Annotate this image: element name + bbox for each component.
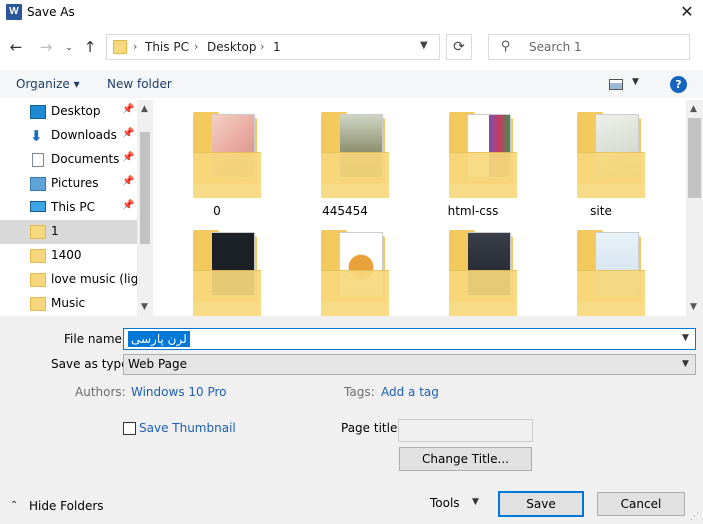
chevron-down-icon[interactable]: ▼ [682,333,689,343]
window-title: Save As [27,5,75,19]
folder-tile[interactable] [424,218,524,316]
sidebar-item-label: Music [51,296,86,310]
page-title-label: Page title: [341,421,402,435]
tools-button[interactable]: Tools [430,496,460,510]
command-bar: Organize ▾ New folder ▼ ? [0,70,703,98]
chevron-right-icon: › [260,40,265,53]
sidebar-item-love-music[interactable]: love music (light [0,268,137,292]
tags-label: Tags: [344,385,375,399]
breadcrumb-desktop[interactable]: Desktop [207,40,257,54]
search-placeholder: Search 1 [529,40,582,54]
pin-icon[interactable]: 📌 [122,128,134,139]
folder-tile[interactable] [168,218,268,316]
folder-name: html-css [447,204,499,218]
search-icon: ⚲ [501,39,511,54]
add-tag-link[interactable]: Add a tag [381,385,439,399]
save-type-value: Web Page [128,357,188,371]
folder-icon [30,249,46,263]
folder-tile[interactable] [552,218,652,316]
authors-value[interactable]: Windows 10 Pro [131,385,227,399]
hide-folders-button[interactable]: Hide Folders [29,499,104,513]
sidebar-item-1400[interactable]: 1400 [0,244,137,268]
folder-name: 445454 [322,204,368,218]
save-type-label: Save as type: [51,357,133,371]
folder-tile[interactable]: html-css [424,100,524,218]
file-name-value: لرن پارسی [128,331,190,347]
page-title-input[interactable] [398,419,533,442]
folder-icon [30,225,46,239]
sidebar-item-label: love music (light [51,272,137,286]
sidebar-item-1[interactable]: 1 [0,220,137,244]
view-options-icon[interactable] [609,79,623,90]
pin-icon[interactable]: 📌 [122,152,134,163]
authors-label: Authors: [75,385,126,399]
change-title-button[interactable]: Change Title... [399,447,532,471]
scroll-up-icon[interactable]: ▲ [690,104,697,114]
sidebar-item-pictures[interactable]: Pictures 📌 [0,172,137,196]
organize-button[interactable]: Organize ▾ [16,77,80,91]
file-name-input[interactable]: لرن پارسی ▼ [123,328,696,350]
word-icon: W [6,4,22,20]
title-bar: W Save As ✕ [0,0,703,26]
folder-name: 0 [213,204,221,218]
address-bar[interactable]: › This PC › Desktop › 1 ▼ [106,34,440,60]
sidebar-item-label: 1 [51,224,59,238]
back-arrow-icon[interactable]: ← [6,37,26,57]
up-arrow-icon[interactable]: ↑ [80,37,100,57]
folder-icon [30,273,46,287]
navigation-pane: Desktop 📌 ⬇ Downloads 📌 Documents 📌 Pict… [0,100,153,316]
file-list-scroll-thumb[interactable] [688,118,701,198]
cancel-button[interactable]: Cancel [597,492,685,516]
chevron-down-icon[interactable]: ▼ [682,359,689,369]
sidebar-item-music[interactable]: Music [0,292,137,316]
scroll-down-icon[interactable]: ▼ [141,302,148,312]
scroll-up-icon[interactable]: ▲ [141,104,148,114]
file-name-label: File name: [64,332,126,346]
sidebar-item-downloads[interactable]: ⬇ Downloads 📌 [0,124,137,148]
save-type-select[interactable]: Web Page ▼ [123,354,696,375]
folder-tile[interactable]: site [552,100,652,218]
pin-icon[interactable]: 📌 [122,200,134,211]
save-button[interactable]: Save [498,491,584,517]
sidebar-item-desktop[interactable]: Desktop 📌 [0,100,137,124]
chevron-down-icon[interactable]: ▼ [632,77,639,87]
sidebar-item-this-pc[interactable]: This PC 📌 [0,196,137,220]
new-folder-button[interactable]: New folder [107,77,172,91]
pin-icon[interactable]: 📌 [122,176,134,187]
forward-arrow-icon[interactable]: → [36,37,56,57]
recent-locations-chevron-icon[interactable]: ⌄ [62,38,76,58]
chevron-up-icon[interactable]: ⌃ [10,500,18,511]
close-icon[interactable]: ✕ [676,2,698,22]
folder-tile[interactable] [296,218,396,316]
sidebar-item-documents[interactable]: Documents 📌 [0,148,137,172]
documents-icon [32,153,44,167]
breadcrumb-current[interactable]: 1 [273,40,281,54]
resize-grip-icon[interactable]: ⋰ [690,512,699,522]
chevron-right-icon: › [194,40,199,53]
search-input[interactable]: ⚲ Search 1 [488,34,690,60]
desktop-icon [30,105,46,119]
breadcrumb-this-pc[interactable]: This PC [145,40,189,54]
pin-icon[interactable]: 📌 [122,104,134,115]
save-thumbnail-label[interactable]: Save Thumbnail [139,421,236,435]
help-icon[interactable]: ? [670,76,687,93]
sidebar-item-label: 1400 [51,248,82,262]
sidebar-scroll-thumb[interactable] [140,132,150,244]
refresh-icon[interactable]: ⟳ [446,34,472,60]
save-thumbnail-checkbox[interactable] [123,422,136,435]
folder-name: site [590,204,612,218]
chevron-down-icon[interactable]: ▼ [472,497,479,507]
download-icon: ⬇ [30,127,43,145]
scroll-down-icon[interactable]: ▼ [690,302,697,312]
folder-tile[interactable]: 445454 [296,100,396,218]
pictures-icon [30,177,46,191]
chevron-down-icon[interactable]: ▼ [420,40,428,51]
folder-icon [113,40,127,54]
chevron-right-icon: › [133,40,138,53]
file-list: 0 445454 html-css site [156,100,686,316]
computer-icon [30,201,46,212]
folder-tile[interactable]: 0 [168,100,268,218]
folder-icon [30,297,46,311]
